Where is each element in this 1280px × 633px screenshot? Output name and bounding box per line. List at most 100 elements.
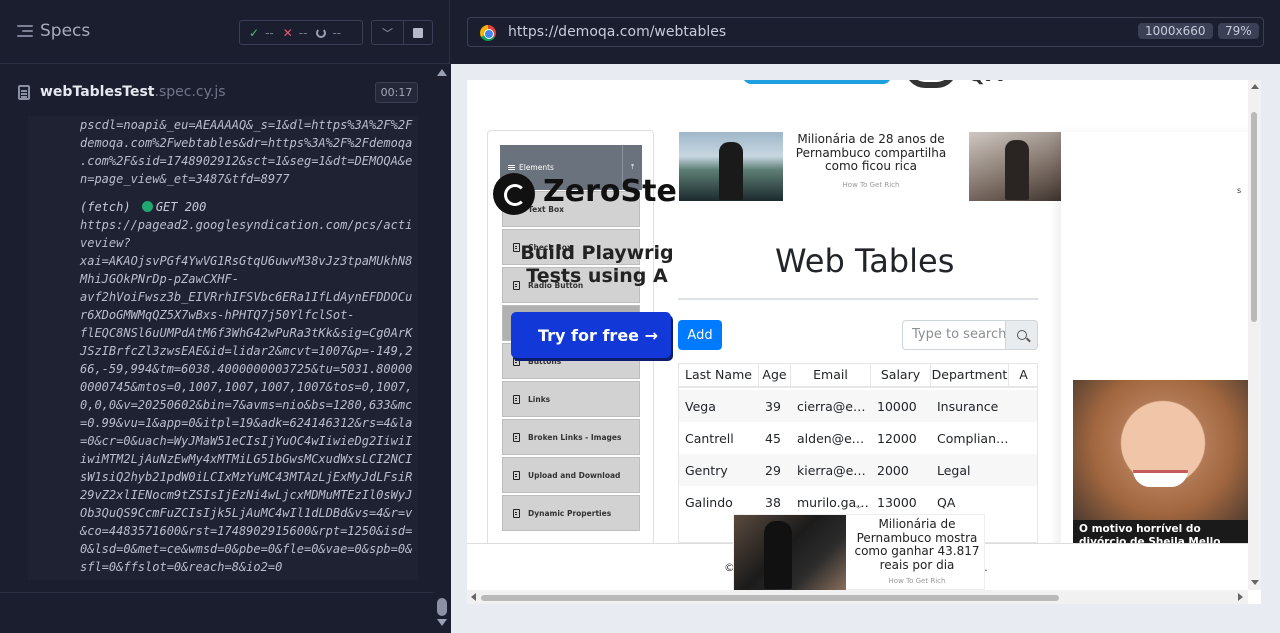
log-text-line: =0.99&vu=1&app=0&itpl=19&adk=624146312&r… (80, 416, 413, 430)
chevron-down-icon[interactable]: ﹀ (854, 503, 864, 516)
page-title: Web Tables (775, 242, 955, 280)
ad-source[interactable]: How To Get Rich (789, 181, 953, 189)
table-cell-last: Cantrell (685, 430, 734, 446)
ad-title[interactable]: Milionária de Pernambuco mostra como gan… (850, 517, 984, 572)
log-text-line: pscdl=noapi&_eu=AEAAAAQ&_s=1&dl=https%3A… (80, 118, 413, 132)
scroll-thumb[interactable] (437, 598, 447, 616)
ad-image[interactable] (679, 132, 783, 201)
ad-label: s (1237, 186, 1242, 195)
status-dot-icon (141, 201, 153, 212)
document-icon (18, 85, 30, 100)
column-header[interactable]: Department (931, 364, 1009, 386)
menu-item-broken-links-images[interactable]: Broken Links - Images (502, 419, 640, 455)
ad-image-2[interactable] (969, 132, 1062, 201)
table-cell-last: Galindo (685, 494, 733, 510)
zoom-badge: 79% (1218, 23, 1259, 39)
search-icon (1016, 330, 1027, 340)
ad-cta-button[interactable]: Try for free → (511, 312, 671, 358)
viewport-size-badge[interactable]: 1000x660 (1138, 23, 1213, 39)
app-frame: QA Elements ⤒ Text BoxCheck BoxRadio But… (467, 80, 1261, 604)
log-fetch-url: https://pagead2.googlesyndication.com/pc… (28, 216, 418, 576)
menu-item-dynamic-properties[interactable]: Dynamic Properties (502, 495, 640, 531)
table-cell-age: 38 (765, 494, 781, 510)
file-icon (513, 508, 520, 518)
menu-icon (508, 165, 515, 170)
table-cell-dept: Insurance (937, 398, 999, 414)
x-icon: ✕ (282, 25, 293, 40)
column-header[interactable]: A (1009, 364, 1037, 386)
spec-name: webTablesTest (40, 84, 155, 100)
add-button[interactable]: Add (678, 320, 722, 350)
ad-bottom[interactable]: ﹀ Milionária de Pernambuco mostra como g… (733, 506, 985, 591)
log-scrollbar[interactable] (434, 64, 450, 633)
logo-qa-text: QA (967, 80, 1003, 87)
scroll-down-icon[interactable] (437, 619, 447, 626)
chevron-down-button[interactable]: ﹀ (371, 20, 404, 45)
pending-stat: -- (316, 26, 341, 40)
reporter-panel: Specs ✓ -- ✕ -- -- ﹀ webTablesTest.spec.cy… (0, 0, 450, 633)
stop-button[interactable] (403, 20, 433, 45)
log-text-line: 29vZ2xlIENocm9tZSIsIjEzNi4wLjcxMDMuMTEzI… (80, 488, 413, 502)
page-vertical-scrollbar[interactable] (1248, 80, 1261, 590)
ad-caption[interactable]: O motivo horrível do divórcio de Sheila … (1073, 520, 1253, 544)
specs-list-icon[interactable] (17, 25, 33, 39)
fetch-status: GET 200 (155, 200, 207, 214)
table-cell-age: 29 (765, 462, 781, 478)
scroll-left-icon[interactable] (471, 593, 476, 601)
ad-tagline-line-1: Build Playwrig (520, 242, 674, 264)
command-log[interactable]: pscdl=noapi&_eu=AEAAAAQ&_s=1&dl=https%3A… (28, 116, 418, 580)
scroll-right-icon[interactable] (1238, 593, 1243, 601)
log-text-line: iwiMTM2LjAuNzEwMy4xMTMiLG51bGwsMCxudWxsL… (80, 452, 413, 466)
column-header[interactable]: Age (759, 364, 791, 386)
file-icon (513, 432, 520, 442)
table-cell-last: Gentry (685, 462, 728, 478)
specs-label[interactable]: Specs (40, 21, 90, 41)
menu-item-upload-and-download[interactable]: Upload and Download (502, 457, 640, 493)
fetch-label: (fetch) (80, 200, 131, 214)
url-text[interactable]: https://demoqa.com/webtables (508, 24, 726, 40)
log-text-line: sfl=0&ffslot=0&reach=8&io2=0 (80, 560, 283, 574)
url-bar[interactable]: https://demoqa.com/webtables 1000x660 79… (467, 17, 1264, 47)
table-cell-salary: 2000 (877, 462, 909, 478)
log-text-line: https://pagead2.googlesyndication.com/pc… (80, 218, 413, 232)
site-logo[interactable]: QA (737, 80, 1003, 102)
menu-item-links[interactable]: Links (502, 381, 640, 417)
scroll-thumb[interactable] (1251, 112, 1257, 322)
zerostep-logo-icon (493, 173, 535, 215)
spinner-icon (316, 27, 327, 38)
log-text-line: flEQC8NSl6uUMPdAtM6f3WhG42wPuRa3tKk&sig=… (80, 326, 413, 340)
check-icon: ✓ (249, 25, 260, 40)
ad-image[interactable] (734, 515, 846, 591)
scroll-up-icon[interactable] (437, 69, 447, 76)
column-header[interactable]: Email (791, 364, 871, 386)
search-button[interactable] (1005, 320, 1038, 350)
log-text-line: 66,-59,994&tm=6038.4000000003725&tu=5031… (80, 362, 413, 376)
menu-item-label: Broken Links - Images (528, 432, 622, 442)
table-cell-salary: 12000 (877, 430, 917, 446)
table-cell-email: alden@ex… (797, 430, 871, 446)
menu-item-label: Dynamic Properties (528, 508, 612, 518)
log-fetch-entry[interactable]: (fetch) GET 200 (28, 198, 418, 216)
scroll-thumb[interactable] (481, 595, 1059, 601)
log-text-line: &co=4483571600&rst=1748902915600&rpt=125… (80, 524, 413, 538)
table-cell-age: 45 (765, 430, 781, 446)
divider (0, 592, 434, 593)
column-header[interactable]: Salary (871, 364, 931, 386)
menu-group-label: Elements (519, 163, 554, 172)
ad-source[interactable]: How To Get Rich (850, 577, 984, 585)
ad-top[interactable]: Milionária de 28 anos de Pernambuco comp… (679, 132, 1062, 202)
column-header[interactable]: Last Name (679, 364, 759, 386)
passed-stat: ✓ -- (249, 26, 274, 40)
log-text-line: veview? (80, 236, 131, 250)
scroll-down-icon[interactable] (1251, 580, 1259, 585)
table-header: Last Name Age Email Salary Department A (679, 364, 1037, 388)
scroll-up-icon[interactable] (1251, 84, 1259, 89)
spec-ext: .spec.cy.js (154, 84, 226, 100)
ad-brand[interactable]: ZeroSte (543, 174, 677, 209)
spec-file-name[interactable]: webTablesTest.spec.cy.js (40, 84, 226, 100)
page-horizontal-scrollbar[interactable] (467, 590, 1248, 604)
ad-title[interactable]: Milionária de 28 anos de Pernambuco comp… (789, 132, 953, 174)
table-row: Gentry 29 kierra@e… 2000 Legal (679, 454, 1037, 486)
ad-photo[interactable] (1073, 380, 1253, 520)
search-input[interactable]: Type to search (902, 320, 1006, 350)
